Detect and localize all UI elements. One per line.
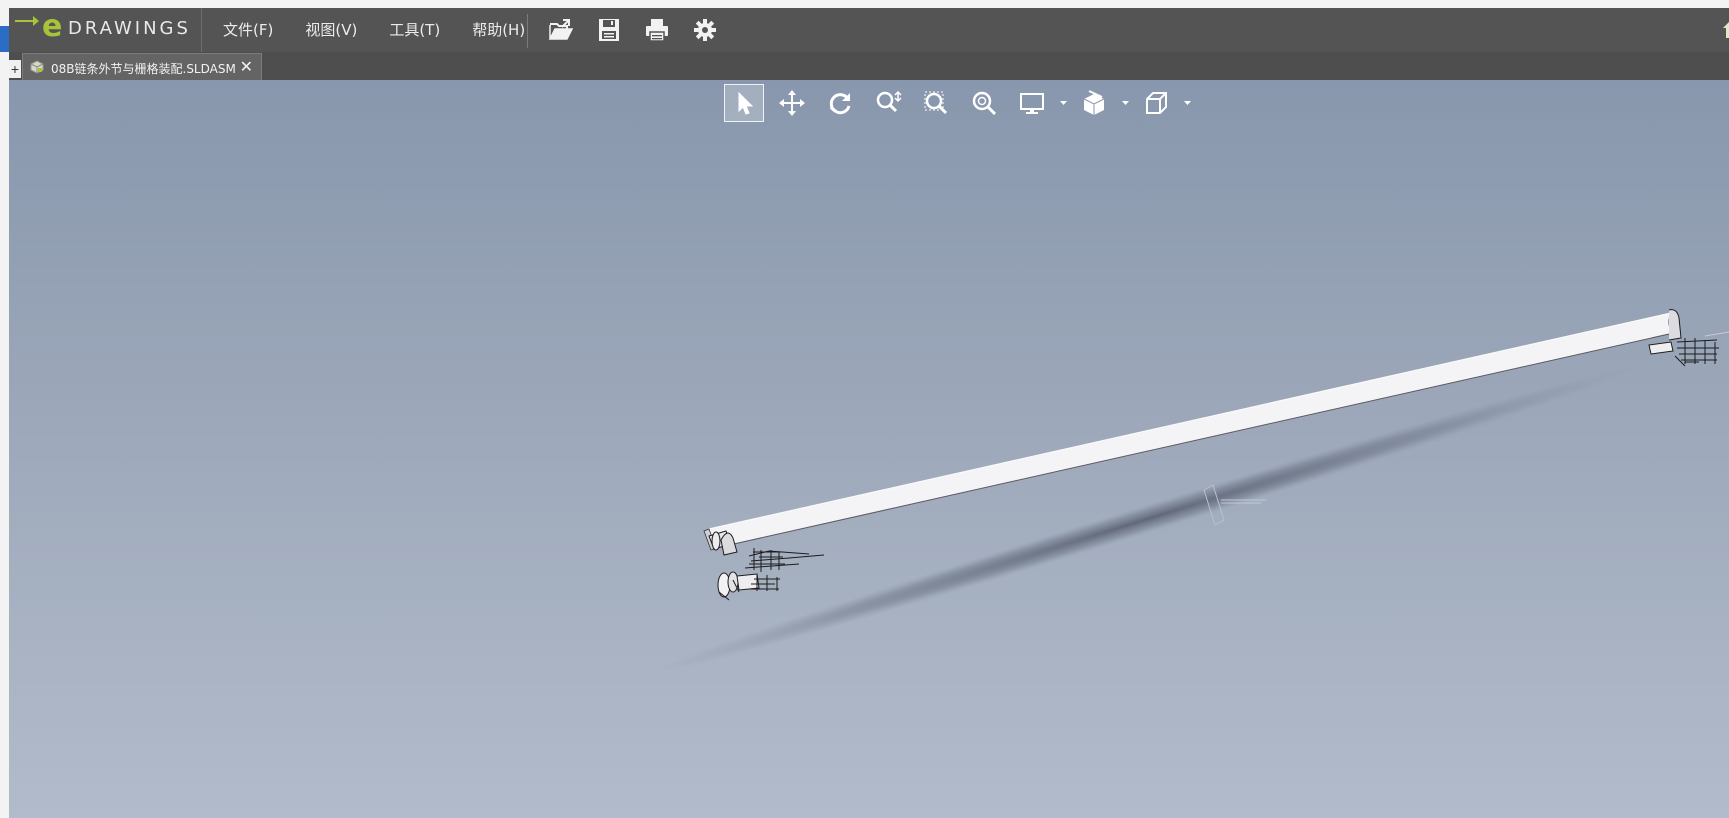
document-tabbar: + 08B链条外节与栅格装配.SLDASM ✕ <box>9 52 1729 80</box>
settings-icon <box>694 19 716 41</box>
menu-separator <box>527 14 528 48</box>
pan-tool-button[interactable] <box>768 83 816 123</box>
standard-views-button[interactable] <box>1132 83 1180 123</box>
print-icon <box>646 19 668 42</box>
main-menu: 文件(F) 视图(V) 工具(T) 帮助(H) <box>211 8 545 52</box>
logo-arrow-icon <box>15 16 39 26</box>
menu-view[interactable]: 视图(V) <box>293 8 369 52</box>
section-dropdown[interactable] <box>1118 83 1132 123</box>
menubar: e DRAWINGS 文件(F) 视图(V) 工具(T) 帮助(H) <box>9 8 1729 53</box>
left-end-assembly <box>708 530 825 601</box>
3d-viewport[interactable] <box>9 80 1729 818</box>
section-view-button[interactable] <box>1070 83 1118 123</box>
chevron-down-icon <box>1059 101 1067 105</box>
menu-file[interactable]: 文件(F) <box>211 8 285 52</box>
zoom-to-fit-button[interactable] <box>960 83 1008 123</box>
standard-views-icon <box>1146 92 1167 114</box>
model-scene <box>647 309 1729 675</box>
scroll-right-icon[interactable] <box>1721 18 1729 42</box>
chevron-down-icon <box>1121 101 1129 105</box>
rotate-tool-button[interactable] <box>816 83 864 123</box>
save-button[interactable] <box>585 8 633 52</box>
standard-views-dropdown[interactable] <box>1180 83 1194 123</box>
logo-wordmark: DRAWINGS <box>68 18 191 39</box>
document-tab[interactable]: 08B链条外节与栅格装配.SLDASM ✕ <box>22 53 262 80</box>
select-icon <box>738 91 754 115</box>
menu-help[interactable]: 帮助(H) <box>460 8 537 52</box>
new-tab-button[interactable]: + <box>9 60 21 78</box>
zoom-to-area-icon <box>924 91 948 115</box>
taskbar-indicator <box>0 26 9 52</box>
save-icon <box>599 19 619 41</box>
os-title-strip <box>0 0 1729 8</box>
menu-tools[interactable]: 工具(T) <box>377 8 452 52</box>
edrawings-window: e DRAWINGS 文件(F) 视图(V) 工具(T) 帮助(H) + 08B… <box>9 8 1729 818</box>
assembly-icon <box>30 60 44 74</box>
logo-letter: e <box>42 9 63 44</box>
main-toolbar <box>537 8 729 52</box>
view-toolbar <box>724 83 1194 123</box>
print-button[interactable] <box>633 8 681 52</box>
close-tab-icon[interactable]: ✕ <box>240 57 253 77</box>
select-tool-button[interactable] <box>724 84 764 122</box>
rotate-icon <box>829 93 851 115</box>
edrawings-logo[interactable]: e DRAWINGS <box>9 8 202 52</box>
zoom-to-fit-icon <box>972 91 997 116</box>
document-tab-title: 08B链条外节与栅格装配.SLDASM <box>51 62 236 76</box>
display-style-icon <box>1020 93 1044 114</box>
section-icon <box>1083 90 1105 115</box>
display-style-button[interactable] <box>1008 83 1056 123</box>
zoom-to-area-button[interactable] <box>912 83 960 123</box>
pan-icon <box>779 90 805 116</box>
open-button[interactable] <box>537 8 585 52</box>
zoom-icon <box>876 90 902 113</box>
zoom-tool-button[interactable] <box>864 83 912 123</box>
chevron-down-icon <box>1183 101 1191 105</box>
settings-button[interactable] <box>681 8 729 52</box>
display-style-dropdown[interactable] <box>1056 83 1070 123</box>
open-icon <box>548 19 574 40</box>
